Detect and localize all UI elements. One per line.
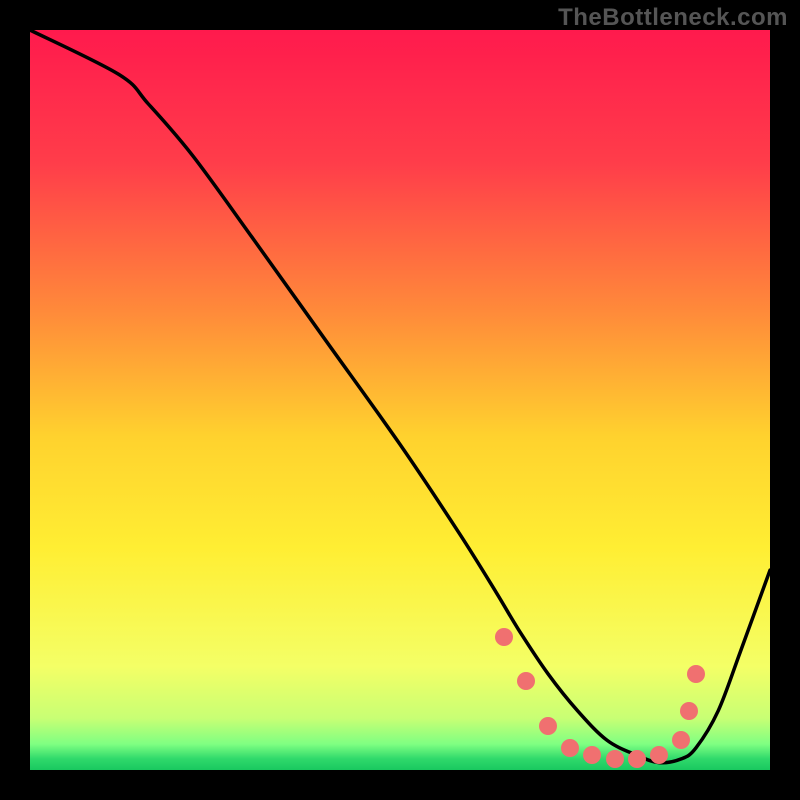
- watermark-text: TheBottleneck.com: [558, 4, 788, 32]
- data-marker: [583, 746, 601, 764]
- bottleneck-curve: [30, 30, 770, 770]
- data-marker: [650, 746, 668, 764]
- data-marker: [606, 750, 624, 768]
- chart-frame: TheBottleneck.com: [0, 0, 800, 800]
- data-marker: [517, 672, 535, 690]
- data-marker: [561, 739, 579, 757]
- data-marker: [687, 665, 705, 683]
- data-marker: [539, 717, 557, 735]
- data-marker: [628, 750, 646, 768]
- plot-area: [30, 30, 770, 770]
- data-marker: [680, 702, 698, 720]
- data-marker: [672, 731, 690, 749]
- data-marker: [495, 628, 513, 646]
